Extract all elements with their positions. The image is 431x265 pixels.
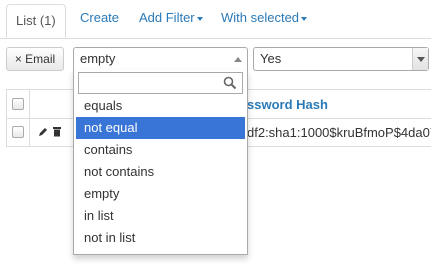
filter-operation-value: empty <box>80 51 116 66</box>
dropdown-option-equals[interactable]: equals <box>76 95 245 117</box>
dropdown-option-in-list[interactable]: in list <box>76 205 245 227</box>
tab-with-selected[interactable]: With selected <box>221 10 308 25</box>
trash-icon[interactable] <box>52 126 62 137</box>
tab-list-label: List (1) <box>16 13 56 28</box>
column-divider <box>29 90 30 146</box>
tab-create[interactable]: Create <box>80 10 119 25</box>
column-header-password-hash[interactable]: ssword Hash <box>247 97 328 112</box>
operation-dropdown: equals not equal contains not contains e… <box>73 70 248 255</box>
chevron-down-icon[interactable] <box>412 48 428 70</box>
filter-value-text: Yes <box>260 51 282 66</box>
dropdown-option-empty[interactable]: empty <box>76 183 245 205</box>
password-hash-cell: df2:sha1:1000$kruBfmoP$4da077 <box>247 125 431 140</box>
dropdown-option-not-in-list[interactable]: not in list <box>76 227 245 249</box>
caret-down-icon <box>196 16 203 21</box>
row-checkbox[interactable] <box>12 126 24 138</box>
remove-filter-button[interactable]: × Email <box>6 47 64 71</box>
chevron-up-icon <box>234 57 242 62</box>
dropdown-search-input[interactable] <box>78 72 243 94</box>
remove-filter-label: × Email <box>14 52 56 66</box>
dropdown-option-not-equal[interactable]: not equal <box>76 117 245 139</box>
pencil-icon[interactable] <box>38 126 48 137</box>
caret-down-icon <box>301 16 308 21</box>
nav-tabs: List (1) Create Add Filter With selected <box>0 0 431 39</box>
tab-create-label: Create <box>80 10 120 25</box>
dropdown-option-not-contains[interactable]: not contains <box>76 161 245 183</box>
tab-add-filter-label: Add Filter <box>139 10 195 25</box>
filter-operation-select[interactable]: empty <box>73 47 248 71</box>
tab-list[interactable]: List (1) <box>6 4 66 38</box>
tab-add-filter[interactable]: Add Filter <box>139 10 203 25</box>
filter-value-select[interactable]: Yes <box>253 47 429 71</box>
dropdown-option-contains[interactable]: contains <box>76 139 245 161</box>
tab-with-selected-label: With selected <box>221 10 300 25</box>
select-all-checkbox[interactable] <box>12 98 24 110</box>
search-icon <box>223 76 237 90</box>
